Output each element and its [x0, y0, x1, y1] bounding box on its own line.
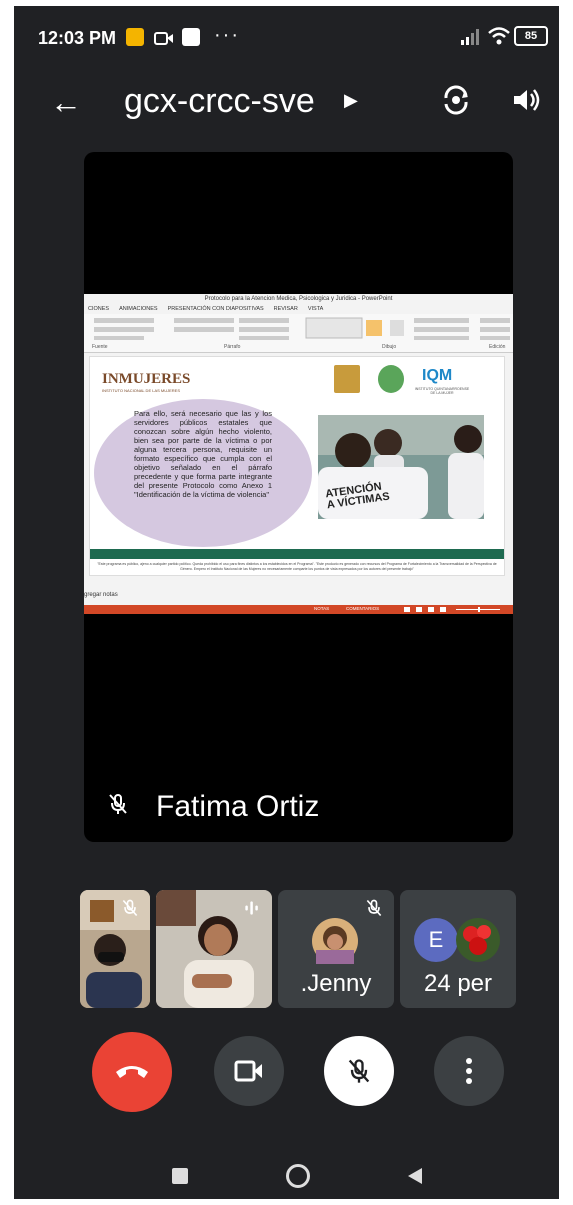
muted-mic-icon — [348, 1059, 370, 1083]
slide-body-text: Para ello, será necesario que las y los … — [134, 409, 272, 499]
ppt-ribbon-tabs: CIONES ANIMACIONES PRESENTACIÓN CON DIAP… — [84, 304, 513, 314]
participant-count: 24 per — [423, 970, 493, 997]
participant-strip: .Jenny E 24 per — [14, 890, 559, 1008]
slide: INMUJERES INSTITUTO NACIONAL DE LAS MUJE… — [89, 356, 505, 576]
muted-mic-icon — [122, 899, 138, 917]
ppt-notes-button: NOTAS — [314, 606, 330, 611]
slide-footer-note: "Este programa es público, ajeno a cualq… — [97, 562, 497, 571]
shared-screen: Protocolo para la Atencion Medica, Psico… — [84, 294, 513, 614]
phone-screen: 12:03 PM ··· 85 ← gcx-crcc-sve ▶ Protoco… — [14, 6, 559, 1199]
home-icon[interactable] — [286, 1164, 310, 1188]
slide-footer-bar — [90, 549, 504, 559]
ribbon-tab: PRESENTACIÓN CON DIAPOSITIVAS — [167, 306, 264, 312]
android-nav-bar — [14, 1156, 559, 1196]
ribbon-tab: ANIMACIONES — [119, 306, 158, 312]
status-time: 12:03 PM — [38, 28, 117, 48]
speaker-icon[interactable] — [508, 82, 544, 118]
slide-photo: ATENCIÓN A VÍCTIMAS — [318, 415, 484, 519]
status-bar: 12:03 PM ··· 85 — [14, 6, 559, 66]
iqm-logo: IQM — [422, 367, 453, 384]
government-logo — [378, 365, 404, 393]
speaking-indicator-icon — [245, 901, 258, 915]
back-arrow-icon[interactable]: ← — [50, 84, 82, 121]
ribbon-group-label: Párrafo — [224, 344, 241, 350]
inmujeres-logo-subtitle: INSTITUTO NACIONAL DE LAS MUJERES — [102, 388, 181, 393]
participant-avatar — [312, 918, 358, 964]
inmujeres-logo: INMUJERES — [102, 371, 191, 387]
meeting-code[interactable]: gcx-crcc-sve — [124, 82, 315, 121]
ppt-ribbon: Fuente Párrafo Dibujo Edición — [84, 314, 513, 353]
ppt-notes-label: gregar notas — [84, 592, 118, 598]
participant-tile[interactable] — [156, 890, 272, 1008]
state-seal-logo — [334, 365, 360, 393]
ribbon-group-label: Fuente — [92, 344, 108, 350]
iqm-logo-subtitle: INSTITUTO QUINTANARROENSE DE LA MUJER — [414, 387, 470, 395]
end-call-icon — [116, 1066, 148, 1078]
meeting-app-bar: ← gcx-crcc-sve ▶ — [14, 76, 559, 136]
video-camera-icon — [234, 1060, 262, 1082]
ribbon-group-label: Edición — [489, 344, 506, 350]
call-controls — [14, 1030, 559, 1114]
main-speaker-name: Fatima Ortiz — [156, 790, 320, 823]
ppt-status-bar: NOTAS COMENTARIOS — [84, 605, 513, 614]
participant-initial-avatar: E — [414, 918, 458, 962]
participant-tile[interactable]: .Jenny — [278, 890, 394, 1008]
switch-camera-icon[interactable] — [438, 82, 474, 118]
ribbon-tab: REVISAR — [273, 306, 298, 312]
more-notifications-icon: ··· — [214, 24, 240, 46]
wifi-icon — [488, 27, 510, 45]
more-options-button[interactable] — [434, 1036, 504, 1106]
ribbon-tab: VISTA — [307, 306, 324, 312]
ppt-window-title: Protocolo para la Atencion Medica, Psico… — [84, 294, 513, 304]
signal-icon — [461, 29, 479, 45]
camera-notification-icon — [154, 32, 173, 45]
meeting-details-arrow-icon[interactable]: ▶ — [344, 90, 358, 111]
recents-icon[interactable] — [172, 1168, 188, 1184]
microphone-toggle-button[interactable] — [324, 1036, 394, 1106]
back-nav-icon[interactable] — [406, 1166, 424, 1186]
participant-name: .Jenny — [300, 970, 372, 997]
muted-mic-icon — [109, 794, 127, 814]
main-presentation-tile[interactable]: Protocolo para la Atencion Medica, Psico… — [84, 152, 513, 842]
ppt-view-controls — [404, 607, 500, 612]
app-notification-icon — [182, 28, 200, 46]
ppt-comments-button: COMENTARIOS — [346, 606, 380, 611]
ribbon-controls — [94, 317, 510, 340]
participant-avatar — [456, 918, 500, 962]
participant-tile[interactable] — [80, 890, 150, 1008]
end-call-button[interactable] — [92, 1032, 172, 1112]
muted-mic-icon — [366, 899, 382, 917]
battery-indicator: 85 — [514, 26, 548, 46]
photos-notification-icon — [126, 28, 144, 46]
participant-tile-overflow[interactable]: E 24 per — [400, 890, 516, 1008]
ribbon-group-label: Dibujo — [382, 344, 397, 350]
camera-toggle-button[interactable] — [214, 1036, 284, 1106]
ribbon-tab: CIONES — [88, 306, 110, 312]
more-vertical-icon — [466, 1058, 472, 1084]
